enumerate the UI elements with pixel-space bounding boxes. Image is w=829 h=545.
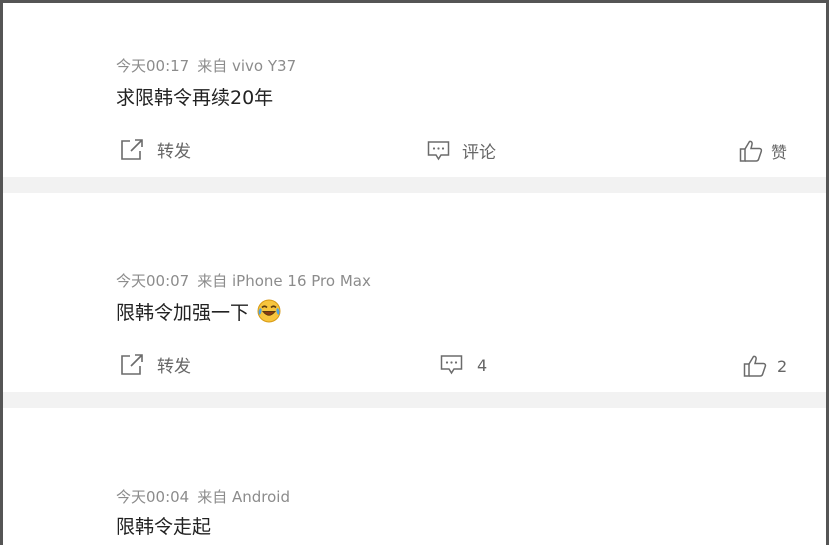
comment-count: 4: [477, 355, 488, 375]
comment-feed: 今天00:17 来自 vivo Y37 求限韩令再续20年 转发 评论 赞 今天0…: [0, 0, 829, 545]
comment-source: 来自 iPhone 16 Pro Max: [197, 272, 371, 290]
comment-time: 今天00:17: [116, 57, 190, 75]
share-icon: [120, 353, 145, 377]
like-label: 赞: [771, 143, 788, 162]
comment-text-body: 限韩令加强一下: [116, 302, 250, 324]
repost-button[interactable]: 转发: [120, 352, 191, 377]
comment-meta: 今天00:07 来自 iPhone 16 Pro Max: [116, 271, 371, 291]
comment-icon: [427, 140, 450, 162]
comment-item: 今天00:04 来自 Android 限韩令走起: [3, 408, 826, 545]
comment-source: 来自 vivo Y37: [197, 57, 297, 75]
comment-item: 今天00:17 来自 vivo Y37 求限韩令再续20年 转发 评论 赞: [3, 3, 826, 177]
comment-meta: 今天00:17 来自 vivo Y37: [116, 56, 296, 76]
comment-time: 今天00:04: [116, 488, 190, 506]
comment-button[interactable]: 4: [440, 354, 487, 376]
share-icon: [120, 138, 145, 162]
comment-time: 今天00:07: [116, 272, 190, 290]
thumbs-up-icon: [743, 354, 767, 378]
comment-text: 限韩令走起: [116, 516, 212, 538]
comment-button[interactable]: 评论: [427, 138, 496, 163]
like-button[interactable]: 2: [743, 354, 787, 378]
comment-item: 今天00:07 来自 iPhone 16 Pro Max 限韩令加强一下 转发: [3, 193, 826, 392]
repost-label: 转发: [157, 357, 191, 377]
repost-button[interactable]: 转发: [120, 137, 191, 162]
divider: [3, 177, 826, 193]
comment-meta: 今天00:04 来自 Android: [116, 487, 290, 507]
like-count: 2: [777, 356, 788, 376]
comment-icon: [440, 354, 463, 376]
comment-label: 评论: [462, 143, 496, 163]
laugh-cry-emoji: [257, 299, 281, 323]
like-button[interactable]: 赞: [739, 139, 787, 163]
comment-text: 限韩令加强一下: [116, 299, 281, 326]
divider: [3, 392, 826, 408]
comment-source: 来自 Android: [197, 488, 290, 506]
comment-text: 求限韩令再续20年: [116, 87, 274, 109]
thumbs-up-icon: [739, 139, 763, 163]
repost-label: 转发: [157, 142, 191, 162]
